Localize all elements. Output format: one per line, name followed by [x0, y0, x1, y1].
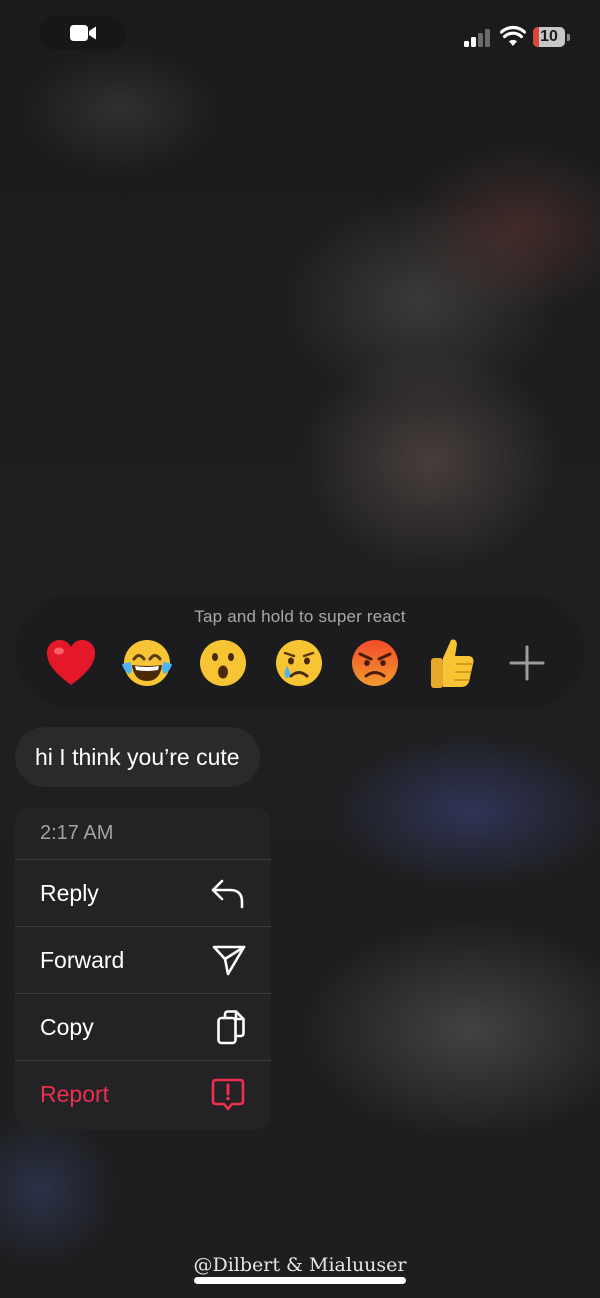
video-camera-icon	[69, 24, 97, 42]
wifi-icon	[499, 25, 527, 52]
report-menu-item[interactable]: Report	[15, 1061, 271, 1128]
forward-menu-item[interactable]: Forward	[15, 927, 271, 994]
forward-label: Forward	[40, 946, 125, 973]
reply-arrow-icon	[210, 877, 246, 909]
reply-label: Reply	[40, 879, 99, 906]
report-label: Report	[40, 1081, 110, 1107]
reaction-tray: Tap and hold to super react	[15, 595, 585, 708]
battery-indicator: 10	[533, 27, 565, 47]
reaction-thumbs-up[interactable]	[413, 635, 489, 691]
report-exclamation-icon	[210, 1077, 246, 1113]
reaction-face-with-open-mouth[interactable]	[185, 635, 261, 691]
emoji-row	[33, 635, 565, 691]
cellular-signal-icon	[464, 28, 491, 52]
watermark-text: @Dilbert & Mialuuser	[193, 1254, 407, 1276]
message-timestamp: 2:17 AM	[15, 807, 271, 860]
reaction-face-with-tears-of-joy[interactable]	[109, 635, 185, 691]
battery-terminal	[567, 34, 570, 41]
message-text: hi I think you’re cute	[35, 743, 240, 770]
reaction-angry-face[interactable]	[337, 635, 413, 691]
copy-icon	[216, 1009, 246, 1045]
more-reactions-plus-icon[interactable]	[489, 635, 565, 691]
battery-level: 10	[540, 28, 558, 45]
reaction-crying-face[interactable]	[261, 635, 337, 691]
copy-menu-item[interactable]: Copy	[15, 994, 271, 1061]
reply-menu-item[interactable]: Reply	[15, 860, 271, 927]
copy-label: Copy	[40, 1013, 94, 1040]
reaction-red-heart[interactable]	[33, 635, 109, 691]
selected-message-bubble[interactable]: hi I think you’re cute	[15, 727, 260, 787]
send-paper-plane-icon	[212, 944, 246, 976]
status-bar: 10	[0, 0, 600, 70]
reaction-hint: Tap and hold to super react	[194, 607, 406, 626]
message-context-menu: 2:17 AM Reply Forward Copy Report	[15, 807, 271, 1130]
home-indicator[interactable]	[194, 1277, 406, 1284]
active-camera-indicator[interactable]	[40, 16, 126, 50]
